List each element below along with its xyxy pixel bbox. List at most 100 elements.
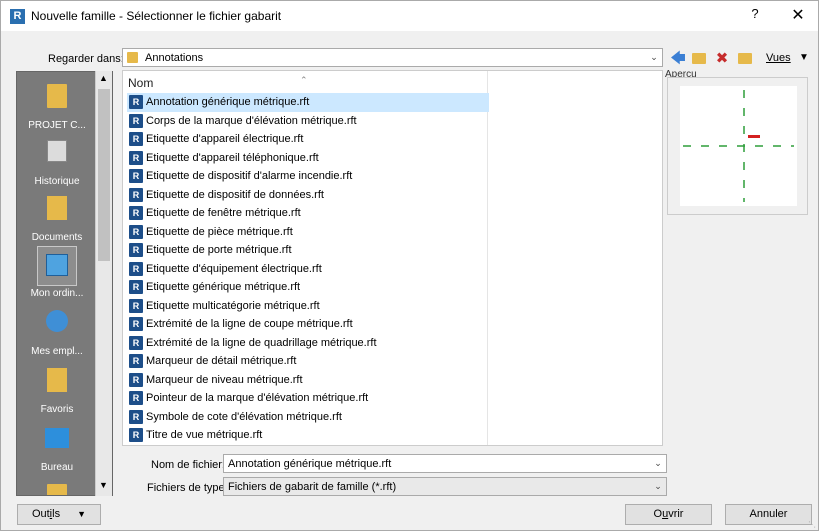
views-menu-button[interactable]: Vues xyxy=(766,52,791,64)
cancel-button[interactable]: Annuler xyxy=(725,504,812,525)
rft-file-icon: R xyxy=(129,169,143,183)
rft-file-icon: R xyxy=(129,206,143,220)
place-label: Documents xyxy=(31,232,83,243)
back-arrow-icon[interactable]: 🡄 xyxy=(669,50,687,67)
chevron-down-icon[interactable]: ⌄ xyxy=(652,480,664,493)
file-name: Etiquette d'équipement électrique.rft xyxy=(146,262,322,275)
resize-grip-icon[interactable]: ⋱ xyxy=(808,520,816,529)
place-favorites[interactable]: Favoris xyxy=(17,362,97,418)
file-row[interactable]: R Etiquette d'appareil téléphonique.rft xyxy=(127,149,489,168)
title-bar: R Nouvelle famille - Sélectionner le fic… xyxy=(1,1,818,31)
file-row[interactable]: R Etiquette multicatégorie métrique.rft xyxy=(127,297,489,316)
chevron-down-icon[interactable]: ⌄ xyxy=(648,51,660,64)
rft-file-icon: R xyxy=(129,224,143,239)
new-folder-icon[interactable] xyxy=(736,50,754,67)
rft-file-icon: R xyxy=(129,187,143,202)
file-name: Etiquette d'appareil électrique.rft xyxy=(146,133,304,145)
preview-panel xyxy=(667,77,808,215)
place-history[interactable]: Historique xyxy=(17,134,97,190)
scrollbar-thumb[interactable] xyxy=(98,89,110,261)
file-row[interactable]: R Etiquette d'équipement électrique.rft xyxy=(127,260,489,279)
file-rows: R Annotation générique métrique.rft R Corps… xyxy=(127,93,489,445)
column-header-name[interactable]: Nom ⌃ xyxy=(128,75,308,90)
folder-up-icon[interactable] xyxy=(690,50,708,67)
computer-icon xyxy=(46,254,68,276)
file-name: Etiquette de dispositif d'alarme incendi… xyxy=(146,170,353,182)
file-row[interactable]: R Titre de vue métrique.rft xyxy=(127,426,489,445)
file-name: Etiquette multicatégorie métrique.rft xyxy=(146,299,320,312)
rft-file-icon: R xyxy=(129,261,143,276)
file-name: Marqueur de détail métrique.rft xyxy=(146,355,297,367)
filetype-select[interactable]: Fichiers de gabarit de famille (*.rft) ⌄ xyxy=(223,477,667,496)
file-row[interactable]: R Etiquette de dispositif d'alarme incend… xyxy=(127,167,489,186)
file-name: Marqueur de niveau métrique.rft xyxy=(146,373,303,386)
file-row[interactable]: R Marqueur de détail métrique.rft xyxy=(127,352,489,371)
file-row[interactable]: R Etiquette de fenêtre métrique.rft xyxy=(127,204,489,223)
network-places-icon xyxy=(46,310,68,332)
file-row[interactable]: R Marqueur de niveau métrique.rft xyxy=(127,371,489,390)
file-row[interactable]: R Etiquette de dispositif de données.rft xyxy=(127,186,489,205)
file-row[interactable]: R Etiquette générique métrique.rft xyxy=(127,278,489,297)
place-label: Mon ordin... xyxy=(30,288,84,299)
column-header-label: Nom xyxy=(128,76,154,90)
place-label: PROJET C... xyxy=(28,120,86,131)
file-row[interactable]: R Extrémité de la ligne de coupe métrique… xyxy=(127,315,489,334)
help-button[interactable]: ? xyxy=(745,6,765,26)
close-button[interactable]: ✕ xyxy=(787,5,809,27)
views-dropdown-icon[interactable]: ▼ xyxy=(799,52,809,63)
folder-icon xyxy=(47,484,67,495)
file-row[interactable]: R Annotation générique métrique.rft xyxy=(127,93,489,112)
place-computer[interactable]: Mon ordin... xyxy=(17,246,97,302)
window-title: Nouvelle famille - Sélectionner le fichi… xyxy=(31,9,282,23)
rft-file-icon: R xyxy=(129,372,143,387)
look-in-combo[interactable]: Annotations ⌄ xyxy=(122,48,663,67)
file-name: Titre de vue métrique.rft xyxy=(146,429,263,441)
rft-file-icon: R xyxy=(129,317,143,331)
rft-file-icon: R xyxy=(129,243,143,257)
place-project[interactable]: PROJET C... xyxy=(17,78,97,134)
look-in-value: Annotations xyxy=(145,52,204,64)
filename-input[interactable]: Annotation générique métrique.rft ⌄ xyxy=(223,454,667,473)
place-desktop[interactable]: Bureau xyxy=(17,420,97,476)
file-name: Annotation générique métrique.rft xyxy=(146,96,310,108)
chevron-down-icon[interactable]: ⌄ xyxy=(652,457,664,470)
file-name: Pointeur de la marque d'élévation métriq… xyxy=(146,392,369,404)
file-row[interactable]: R Corps de la marque d'élévation métrique… xyxy=(127,112,489,131)
place-documents[interactable]: Documents xyxy=(17,190,97,246)
place-network[interactable]: Mes empl... xyxy=(17,304,97,360)
dropdown-arrow-icon: ▼ xyxy=(77,509,87,519)
folder-icon xyxy=(47,84,67,108)
file-name: Etiquette de pièce métrique.rft xyxy=(146,225,293,238)
place-label: Historique xyxy=(34,176,80,187)
rft-file-icon: R xyxy=(129,298,143,313)
place-label: Favoris xyxy=(40,404,74,415)
file-list[interactable]: Nom ⌃ R Annotation générique métrique.rft… xyxy=(122,70,663,446)
revit-app-icon: R xyxy=(10,9,25,24)
file-row[interactable]: R Etiquette d'appareil électrique.rft xyxy=(127,130,489,149)
rft-file-icon: R xyxy=(129,132,143,146)
file-row[interactable]: R Symbole de cote d'élévation métrique.rf… xyxy=(127,408,489,427)
file-name: Corps de la marque d'élévation métrique.… xyxy=(146,114,357,127)
tools-button[interactable]: Outils ▼ xyxy=(17,504,101,525)
scroll-up-icon[interactable]: ▲ xyxy=(96,73,111,87)
rft-file-icon: R xyxy=(129,391,143,405)
tools-label: Outils xyxy=(31,508,61,520)
open-button[interactable]: Ouvrir xyxy=(625,504,712,525)
favorites-icon xyxy=(47,368,67,392)
filetype-value: Fichiers de gabarit de famille (*.rft) xyxy=(228,481,397,493)
rft-file-icon: R xyxy=(129,113,143,128)
filetype-label: Fichiers de type: xyxy=(147,482,228,494)
file-name: Etiquette de porte métrique.rft xyxy=(146,244,292,256)
rft-file-icon: R xyxy=(129,95,143,109)
file-row[interactable]: R Pointeur de la marque d'élévation métri… xyxy=(127,389,489,408)
file-row[interactable]: R Etiquette de porte métrique.rft xyxy=(127,241,489,260)
delete-icon[interactable]: ✖ xyxy=(713,50,731,67)
file-name: Etiquette de dispositif de données.rft xyxy=(146,188,324,201)
history-icon xyxy=(47,140,67,162)
file-row[interactable]: R Etiquette de pièce métrique.rft xyxy=(127,223,489,242)
folder-icon xyxy=(127,52,138,63)
file-row[interactable]: R Extrémité de la ligne de quadrillage mé… xyxy=(127,334,489,353)
place-label: Mes empl... xyxy=(31,346,83,357)
place-label: Bureau xyxy=(40,462,74,473)
scroll-down-icon[interactable]: ▼ xyxy=(96,480,111,494)
